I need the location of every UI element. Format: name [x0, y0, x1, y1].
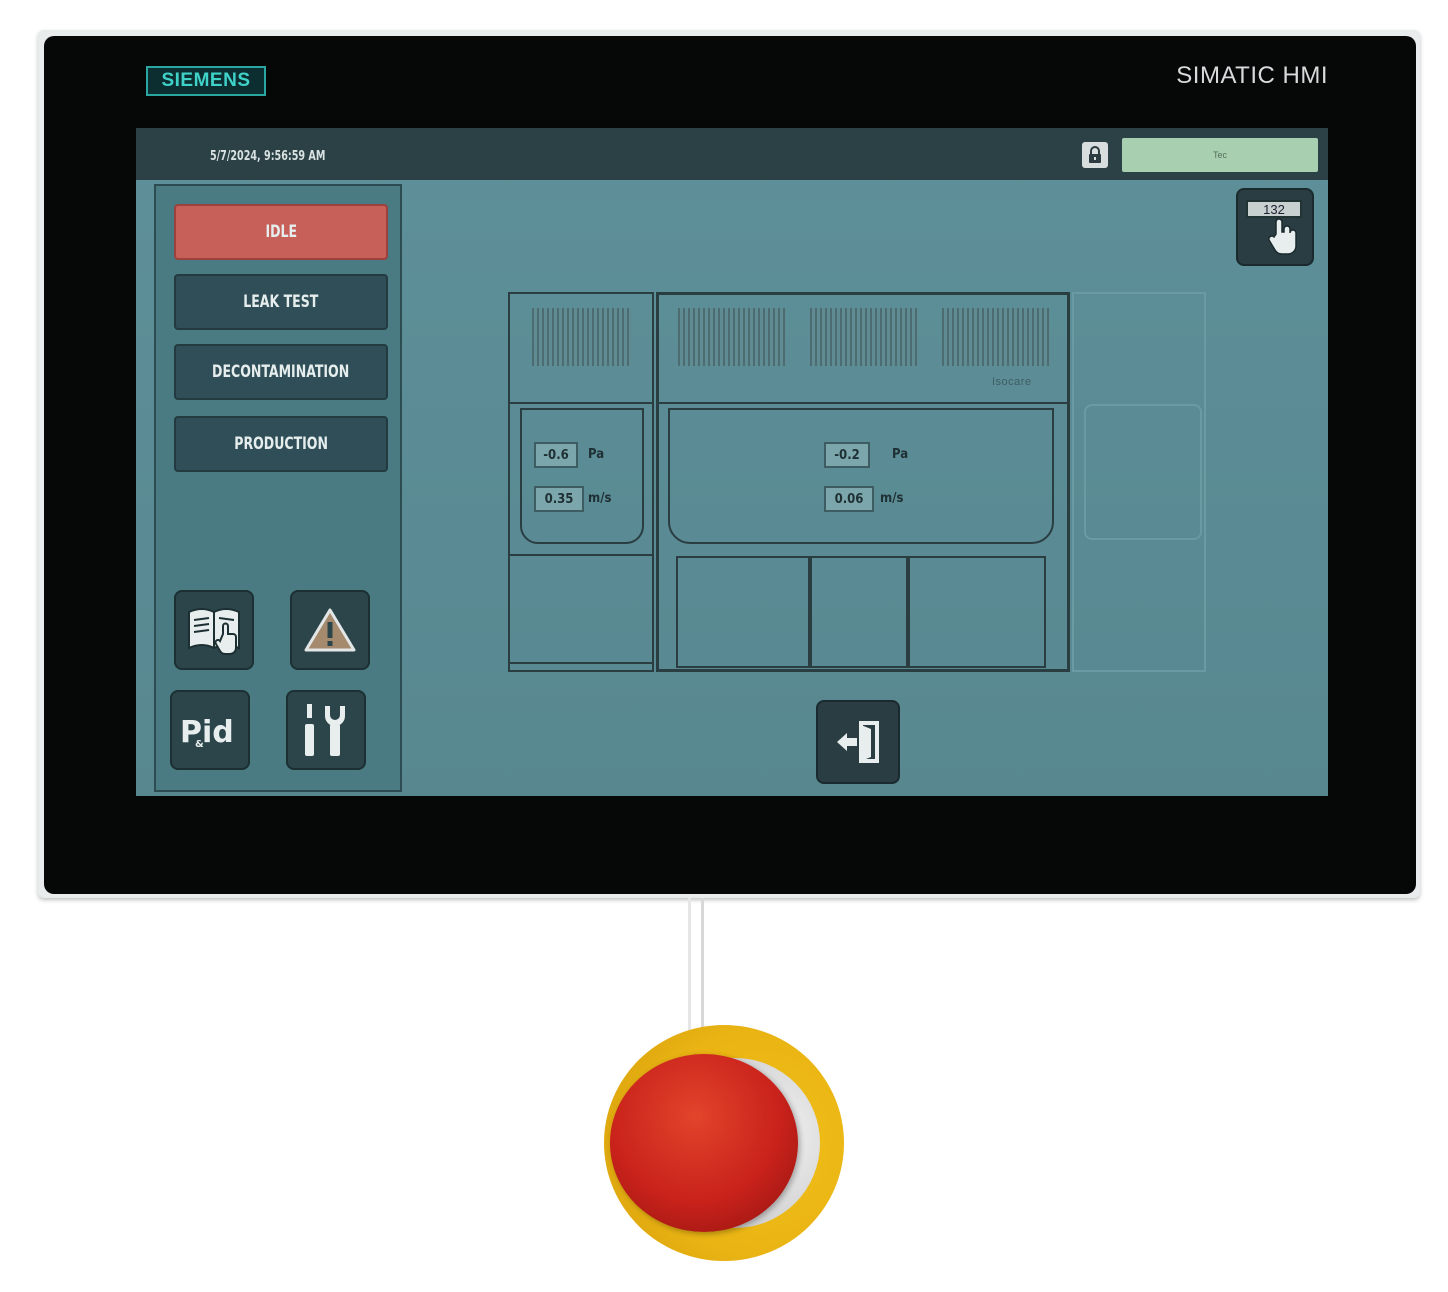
model-label: SIMATIC HMI	[1176, 62, 1328, 89]
pid-label: Pid	[180, 715, 234, 750]
hmi-screen: 5/7/2024, 9:56:59 AM Tec IDLE LEAK TEST …	[136, 128, 1328, 796]
main-airflow-unit: m/s	[880, 491, 904, 506]
main-pressure-unit: Pa	[892, 447, 909, 462]
siemens-logo: SIEMENS	[146, 66, 266, 96]
left-airflow-value: 0.35	[534, 486, 584, 512]
lock-button[interactable]	[1082, 142, 1108, 168]
main-filter-grille-3	[942, 308, 1050, 366]
left-lower-line	[508, 554, 654, 556]
main-lower-compartment-3	[908, 556, 1046, 668]
tools-icon	[305, 704, 345, 756]
mode-button-decontamination[interactable]: DECONTAMINATION	[174, 344, 388, 400]
main-filter-divider	[656, 402, 1070, 404]
mode-button-production[interactable]: PRODUCTION	[174, 416, 388, 472]
mode-sidebar: IDLE LEAK TEST DECONTAMINATION PRODUCTIO…	[154, 184, 402, 792]
emergency-stop-button[interactable]	[610, 1054, 798, 1232]
keypad-button[interactable]: 132	[1236, 188, 1314, 266]
left-base-line	[508, 662, 654, 664]
main-filter-grille-2	[810, 308, 918, 366]
main-lower-compartment-2	[810, 556, 908, 668]
datetime-display: 5/7/2024, 9:56:59 AM	[210, 149, 326, 164]
main-airflow-value: 0.06	[824, 486, 874, 512]
right-module-door	[1084, 404, 1202, 540]
estop-cable	[688, 898, 704, 1048]
exit-button[interactable]	[816, 700, 900, 784]
isolator-brand-mark: Isocare	[992, 376, 1032, 388]
left-airflow-unit: m/s	[588, 491, 612, 506]
mode-button-idle[interactable]: IDLE	[174, 204, 388, 260]
warning-icon	[304, 608, 356, 652]
main-filter-grille-1	[678, 308, 786, 366]
tools-button[interactable]	[286, 690, 366, 770]
manual-button[interactable]	[174, 590, 254, 670]
main-pressure-value: -0.2	[824, 442, 870, 468]
mode-button-leak-test[interactable]: LEAK TEST	[174, 274, 388, 330]
left-filter-grille	[532, 308, 632, 366]
alarm-button[interactable]	[290, 590, 370, 670]
top-status-bar: 5/7/2024, 9:56:59 AM Tec	[136, 128, 1328, 180]
left-pressure-value: -0.6	[534, 442, 578, 468]
pid-icon: Pid &	[180, 715, 234, 750]
user-login-field[interactable]: Tec	[1122, 138, 1318, 172]
pid-button[interactable]: Pid &	[170, 690, 250, 770]
isolator-diagram: -0.6 Pa 0.35 m/s Isocare -0.2 Pa 0.06 m/…	[508, 292, 1208, 674]
exit-door-icon	[837, 721, 879, 763]
main-lower-compartment-1	[676, 556, 810, 668]
manual-icon	[188, 608, 240, 655]
mode-label: IDLE	[265, 222, 297, 242]
left-filter-divider	[508, 402, 654, 404]
left-glove-port	[520, 408, 644, 544]
mode-label: PRODUCTION	[234, 434, 328, 454]
mode-label: LEAK TEST	[243, 292, 319, 312]
pid-sublabel: &	[195, 739, 204, 750]
lock-icon	[1089, 146, 1101, 163]
left-pressure-unit: Pa	[588, 447, 605, 462]
main-glove-port	[668, 408, 1054, 544]
touch-hand-icon	[1268, 218, 1297, 255]
mode-label: DECONTAMINATION	[212, 362, 350, 382]
